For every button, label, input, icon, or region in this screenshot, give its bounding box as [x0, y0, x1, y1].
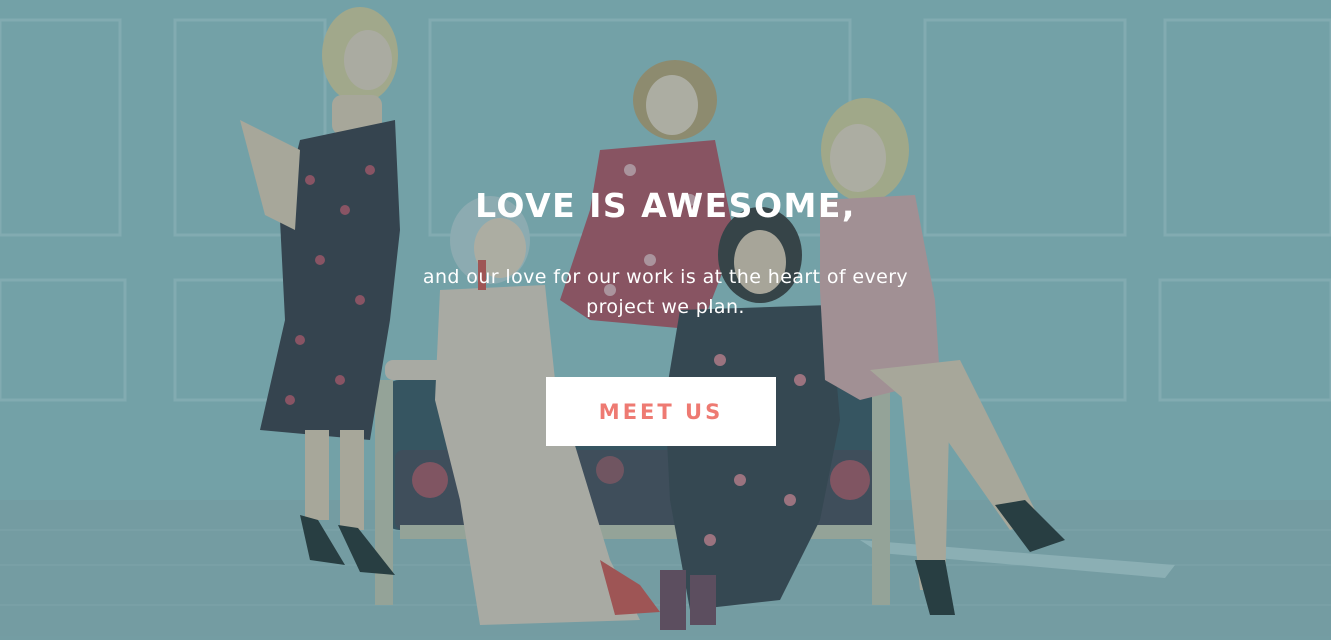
hero-content: LOVE IS AWESOME, and our love for our wo…: [0, 0, 1331, 640]
hero-headline: LOVE IS AWESOME,: [475, 186, 856, 225]
meet-us-button[interactable]: MEET US: [546, 377, 776, 446]
hero-subline: and our love for our work is at the hear…: [0, 262, 1331, 322]
hero-section: LOVE IS AWESOME, and our love for our wo…: [0, 0, 1331, 640]
hero-subline-line-1: and our love for our work is at the hear…: [422, 266, 909, 288]
hero-subline-line-2: project we plan.: [586, 296, 745, 318]
